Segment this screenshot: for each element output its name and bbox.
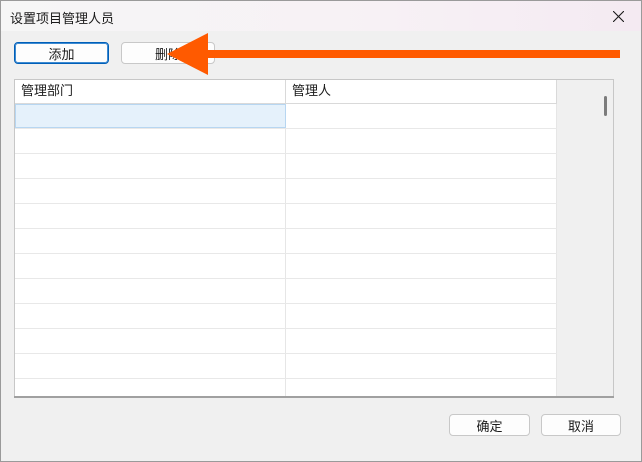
manager-cell[interactable] xyxy=(286,154,557,178)
manager-cell[interactable] xyxy=(286,204,557,228)
table-bottom-border xyxy=(14,396,614,398)
department-cell[interactable] xyxy=(15,204,286,228)
manager-cell[interactable] xyxy=(286,379,557,396)
cancel-button[interactable]: 取消 xyxy=(541,414,621,436)
department-cell[interactable] xyxy=(15,329,286,353)
delete-button-label: 删除 xyxy=(154,47,181,63)
manager-cell[interactable] xyxy=(286,304,557,328)
table-row[interactable] xyxy=(15,204,557,229)
add-button-label: 添加 xyxy=(48,47,75,63)
manager-cell[interactable] xyxy=(286,279,557,303)
department-cell[interactable] xyxy=(15,154,286,178)
column-header-manager[interactable]: 管理人 xyxy=(286,80,557,104)
department-cell[interactable] xyxy=(15,279,286,303)
table-row[interactable] xyxy=(15,129,557,154)
title-bar: 设置项目管理人员 xyxy=(1,1,641,31)
manager-cell[interactable] xyxy=(286,179,557,203)
department-cell[interactable] xyxy=(15,304,286,328)
table-body xyxy=(15,104,557,396)
table-row[interactable] xyxy=(15,304,557,329)
column-header-department[interactable]: 管理部门 xyxy=(15,80,286,104)
department-cell[interactable] xyxy=(15,379,286,396)
cancel-button-label: 取消 xyxy=(567,419,594,435)
window-title: 设置项目管理人员 xyxy=(10,12,115,27)
department-cell[interactable] xyxy=(15,129,286,153)
manager-cell[interactable] xyxy=(286,229,557,253)
ok-button-label: 确定 xyxy=(476,419,503,435)
dialog-window: 设置项目管理人员 添加 删除 管理部门 管理人 确定 取消 xyxy=(0,0,642,462)
department-cell[interactable] xyxy=(15,254,286,278)
table-row[interactable] xyxy=(15,279,557,304)
table-row[interactable] xyxy=(15,329,557,354)
department-cell[interactable] xyxy=(15,229,286,253)
delete-button[interactable]: 删除 xyxy=(121,42,215,64)
department-cell[interactable] xyxy=(15,104,286,128)
manager-cell[interactable] xyxy=(286,329,557,353)
close-icon xyxy=(612,10,624,22)
manager-cell[interactable] xyxy=(286,354,557,378)
table-row[interactable] xyxy=(15,379,557,396)
table-row[interactable] xyxy=(15,254,557,279)
ok-button[interactable]: 确定 xyxy=(449,414,530,436)
table-row[interactable] xyxy=(15,229,557,254)
table-row[interactable] xyxy=(15,154,557,179)
vertical-scrollbar[interactable] xyxy=(557,80,613,396)
manager-cell[interactable] xyxy=(286,129,557,153)
table-row[interactable] xyxy=(15,104,557,129)
table-row[interactable] xyxy=(15,354,557,379)
manager-cell[interactable] xyxy=(286,254,557,278)
add-button[interactable]: 添加 xyxy=(14,42,109,64)
manager-cell[interactable] xyxy=(286,104,557,128)
managers-table: 管理部门 管理人 xyxy=(14,79,614,397)
close-button[interactable] xyxy=(595,1,641,31)
table-row[interactable] xyxy=(15,179,557,204)
department-cell[interactable] xyxy=(15,354,286,378)
department-cell[interactable] xyxy=(15,179,286,203)
scrollbar-thumb[interactable] xyxy=(604,96,607,116)
